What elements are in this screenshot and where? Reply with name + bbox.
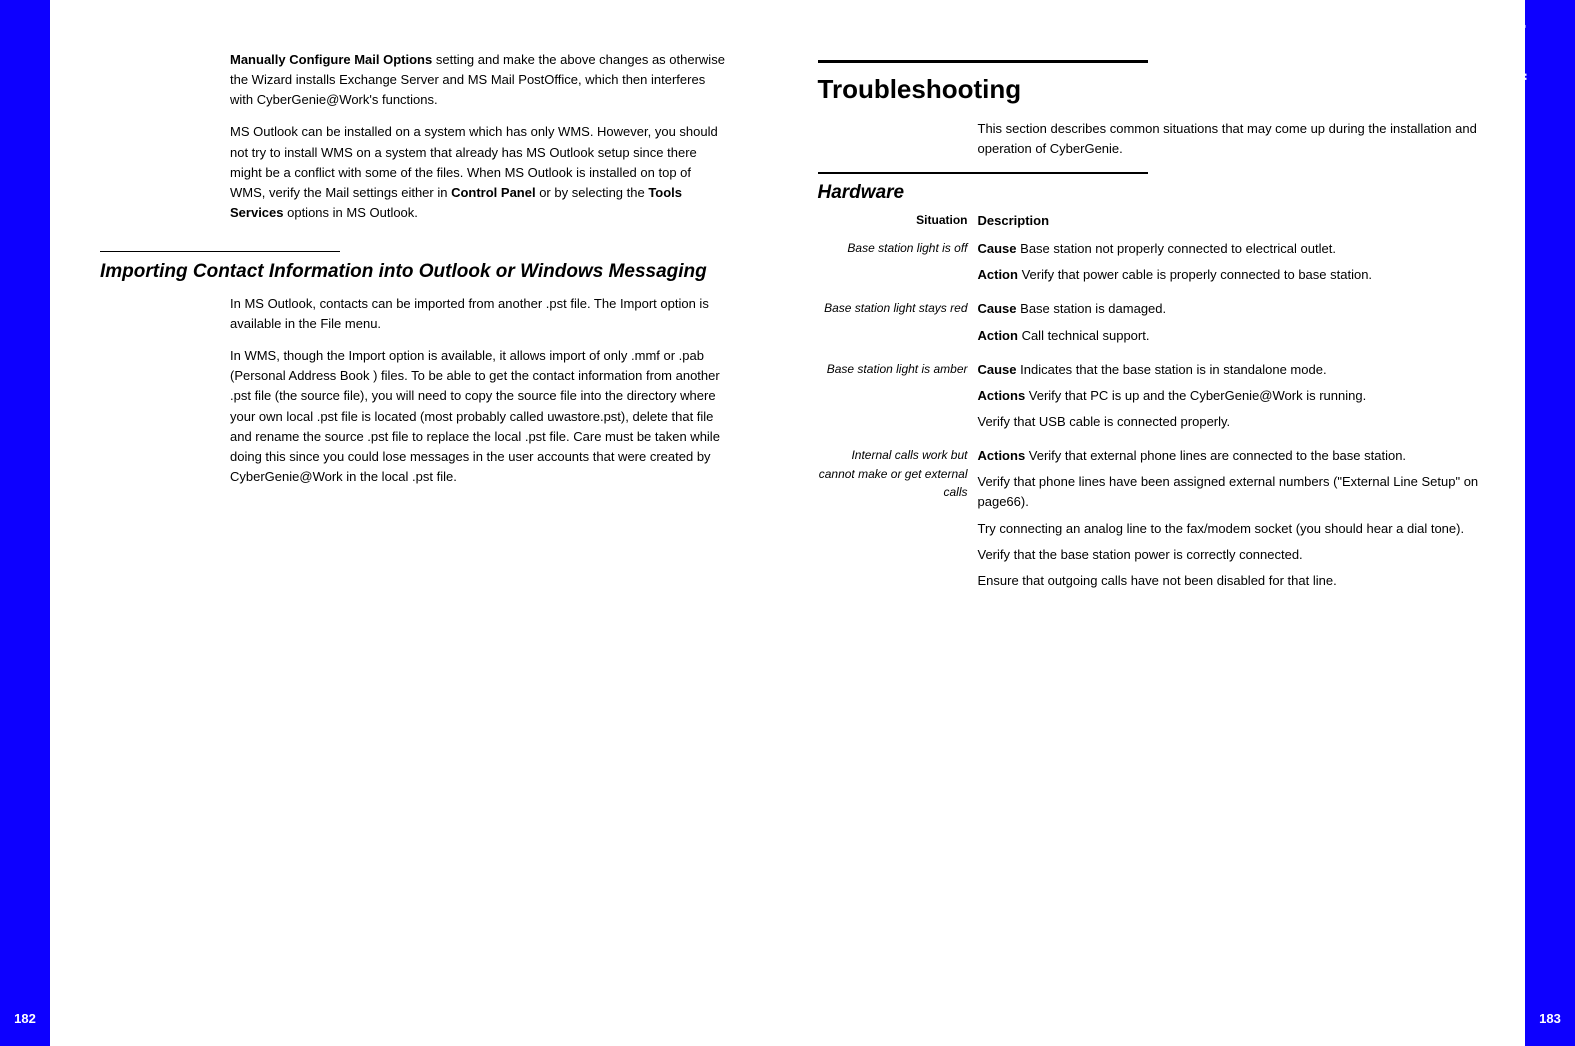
left-spine: CG 2400 User Guide 182 <box>0 0 50 1046</box>
description-label: Cause <box>978 301 1017 316</box>
description-header: Description <box>978 211 1496 231</box>
right-content: Troubleshooting This section describes c… <box>788 0 1526 1046</box>
description-cell: Cause Base station is damaged. Action Cal… <box>978 299 1496 351</box>
description-text: Verify that phone lines have been assign… <box>978 474 1479 509</box>
description-text: Verify that the base station power is co… <box>978 547 1303 562</box>
hardware-heading: Hardware <box>818 178 1496 207</box>
left-body: Manually Configure Mail Options setting … <box>230 50 728 223</box>
importing-p2: In WMS, though the Import option is avai… <box>230 346 728 487</box>
description-line: Action Verify that power cable is proper… <box>978 265 1496 285</box>
table-row: Internal calls work but cannot make or g… <box>818 446 1496 597</box>
manually-configure-label: Manually Configure Mail Options <box>230 52 432 67</box>
right-page-number: 183 <box>1539 1011 1561 1026</box>
left-content: Manually Configure Mail Options setting … <box>50 0 788 1046</box>
section-divider-med <box>818 172 1148 174</box>
table-row: Base station light stays redCause Base s… <box>818 299 1496 351</box>
description-text: Try connecting an analog line to the fax… <box>978 521 1465 536</box>
troubleshooting-lead: This section describes common situations… <box>978 119 1496 159</box>
description-line: Actions Verify that PC is up and the Cyb… <box>978 386 1496 406</box>
left-spine-title: CG 2400 User Guide <box>0 51 84 166</box>
right-spine-title: Appendices <box>1512 54 1575 124</box>
importing-p1: In MS Outlook, contacts can be imported … <box>230 294 728 334</box>
description-text: Verify that external phone lines are con… <box>1025 448 1406 463</box>
description-line: Actions Verify that external phone lines… <box>978 446 1496 466</box>
right-spine: Appendices 183 <box>1525 0 1575 1046</box>
situation-cell: Base station light stays red <box>818 299 978 351</box>
situation-cell: Base station light is amber <box>818 360 978 438</box>
table-row: Base station light is amberCause Indicat… <box>818 360 1496 438</box>
section-divider-wide <box>818 60 1148 63</box>
description-text: Verify that USB cable is connected prope… <box>978 414 1231 429</box>
description-label: Actions <box>978 448 1026 463</box>
description-cell: Cause Indicates that the base station is… <box>978 360 1496 438</box>
table-row: Base station light is offCause Base stat… <box>818 239 1496 291</box>
importing-heading: Importing Contact Information into Outlo… <box>100 260 728 284</box>
description-text: Call technical support. <box>1018 328 1150 343</box>
p2c: or by selecting the <box>536 185 649 200</box>
description-text: Verify that PC is up and the CyberGenie@… <box>1025 388 1366 403</box>
description-text: Indicates that the base station is in st… <box>1017 362 1327 377</box>
description-line: Try connecting an analog line to the fax… <box>978 519 1496 539</box>
description-text: Base station is damaged. <box>1017 301 1167 316</box>
control-panel-label: Control Panel <box>451 185 536 200</box>
description-cell: Actions Verify that external phone lines… <box>978 446 1496 597</box>
left-paragraph-2: MS Outlook can be installed on a system … <box>230 122 728 223</box>
description-label: Cause <box>978 241 1017 256</box>
description-line: Action Call technical support. <box>978 326 1496 346</box>
description-cell: Cause Base station not properly connecte… <box>978 239 1496 291</box>
table-header-row: Situation Description <box>818 211 1496 231</box>
table-body: Base station light is offCause Base stat… <box>818 239 1496 597</box>
description-line: Verify that phone lines have been assign… <box>978 472 1496 512</box>
description-label: Actions <box>978 388 1026 403</box>
description-line: Verify that the base station power is co… <box>978 545 1496 565</box>
description-text: Verify that power cable is properly conn… <box>1018 267 1372 282</box>
description-text: Ensure that outgoing calls have not been… <box>978 573 1337 588</box>
description-text: Base station not properly connected to e… <box>1017 241 1336 256</box>
troubleshooting-heading: Troubleshooting <box>818 69 1496 109</box>
description-line: Cause Base station is damaged. <box>978 299 1496 319</box>
description-line: Cause Indicates that the base station is… <box>978 360 1496 380</box>
description-line: Verify that USB cable is connected prope… <box>978 412 1496 432</box>
page-spread: CG 2400 User Guide 182 Manually Configur… <box>0 0 1575 1046</box>
description-line: Cause Base station not properly connecte… <box>978 239 1496 259</box>
description-line: Ensure that outgoing calls have not been… <box>978 571 1496 591</box>
left-page-number: 182 <box>14 1011 36 1026</box>
description-label: Action <box>978 328 1018 343</box>
left-body-2: In MS Outlook, contacts can be imported … <box>230 294 728 487</box>
situation-cell: Base station light is off <box>818 239 978 291</box>
situation-cell: Internal calls work but cannot make or g… <box>818 446 978 597</box>
p2d: options in MS Outlook. <box>284 205 418 220</box>
description-label: Action <box>978 267 1018 282</box>
description-label: Cause <box>978 362 1017 377</box>
situation-header: Situation <box>818 211 978 231</box>
section-divider-short <box>100 251 340 252</box>
right-page: Troubleshooting This section describes c… <box>788 0 1575 1046</box>
left-paragraph-1: Manually Configure Mail Options setting … <box>230 50 728 110</box>
left-page: CG 2400 User Guide 182 Manually Configur… <box>0 0 788 1046</box>
